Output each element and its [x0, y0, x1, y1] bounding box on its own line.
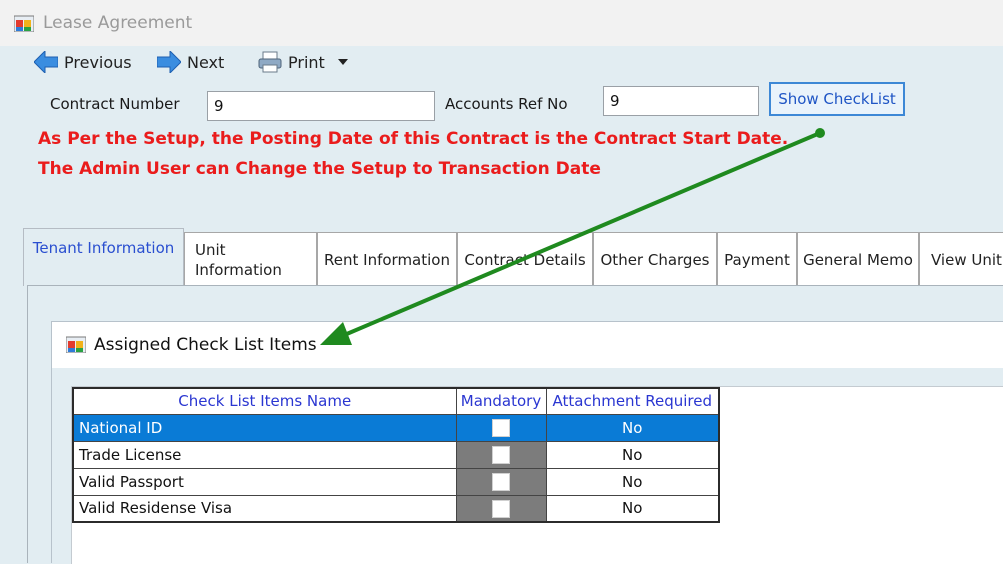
- mandatory-cell[interactable]: [455, 467, 547, 496]
- tab-strip: Tenant Information Unit Information Rent…: [23, 228, 1003, 286]
- checklist-item-name[interactable]: National ID: [72, 413, 457, 442]
- mandatory-cell[interactable]: [455, 440, 547, 469]
- tab-label: Payment: [724, 250, 790, 269]
- dialog-title-bar: Assigned Check List Items: [52, 322, 1003, 368]
- posting-date-message: As Per the Setup, the Posting Date of th…: [38, 129, 789, 149]
- attachment-required-cell[interactable]: No: [545, 494, 720, 523]
- checklist-item-name[interactable]: Valid Residense Visa: [72, 494, 457, 523]
- accounts-ref-field[interactable]: [603, 86, 759, 116]
- next-button[interactable]: Next: [157, 49, 224, 75]
- tab-label: View Unit: [931, 250, 1002, 269]
- tab-label: Unit Information: [195, 240, 282, 279]
- attachment-required-cell[interactable]: No: [545, 440, 720, 469]
- print-label: Print: [288, 52, 325, 72]
- tab-label: Other Charges: [600, 250, 710, 269]
- tab-view-unit[interactable]: View Unit: [919, 232, 1003, 286]
- checklist-item-name[interactable]: Trade License: [72, 440, 457, 469]
- mandatory-checkbox[interactable]: [492, 445, 510, 464]
- arrow-left-icon: [34, 51, 58, 73]
- tab-label: Rent Information: [324, 250, 450, 269]
- contract-number-label: Contract Number: [50, 95, 180, 113]
- tab-label: Contract Details: [464, 250, 586, 269]
- window-title: Lease Agreement: [43, 13, 193, 33]
- admin-setup-message: The Admin User can Change the Setup to T…: [38, 159, 601, 179]
- column-header-name[interactable]: Check List Items Name: [72, 387, 457, 415]
- checklist-item-name[interactable]: Valid Passport: [72, 467, 457, 496]
- dialog-title: Assigned Check List Items: [94, 335, 317, 355]
- column-header-mandatory[interactable]: Mandatory: [455, 387, 547, 415]
- print-button[interactable]: Print: [258, 49, 355, 75]
- assigned-checklist-dialog: Assigned Check List Items Check List Ite…: [51, 321, 1003, 564]
- tab-label: Tenant Information: [32, 239, 175, 257]
- mandatory-checkbox[interactable]: [492, 418, 510, 437]
- dialog-app-icon: [66, 336, 86, 353]
- contract-number-field[interactable]: [207, 91, 435, 121]
- mandatory-checkbox[interactable]: [492, 472, 510, 491]
- table-row[interactable]: Trade License No: [72, 440, 720, 469]
- table-row[interactable]: Valid Passport No: [72, 467, 720, 496]
- checklist-grid-area: Check List Items Name Mandatory Attachme…: [71, 386, 1003, 564]
- previous-button[interactable]: Previous: [34, 49, 132, 75]
- mandatory-cell[interactable]: [455, 413, 547, 442]
- mandatory-cell[interactable]: [455, 494, 547, 523]
- grid-header-row: Check List Items Name Mandatory Attachme…: [72, 387, 720, 415]
- tab-payment[interactable]: Payment: [717, 232, 797, 286]
- previous-label: Previous: [64, 52, 132, 72]
- tab-general-memo[interactable]: General Memo: [797, 232, 919, 286]
- tab-contract-details[interactable]: Contract Details: [457, 232, 593, 286]
- accounts-ref-label: Accounts Ref No: [445, 95, 568, 113]
- tab-tenant-information[interactable]: Tenant Information: [23, 228, 184, 286]
- window-app-icon: [14, 15, 34, 32]
- attachment-required-cell[interactable]: No: [545, 467, 720, 496]
- checklist-grid: Check List Items Name Mandatory Attachme…: [72, 387, 720, 523]
- title-bar: Lease Agreement: [0, 0, 1003, 46]
- chevron-down-icon[interactable]: [337, 58, 349, 66]
- table-row[interactable]: National ID No: [72, 413, 720, 442]
- next-label: Next: [187, 52, 225, 72]
- printer-icon: [258, 51, 282, 73]
- arrow-right-icon: [157, 51, 181, 73]
- table-row[interactable]: Valid Residense Visa No: [72, 494, 720, 523]
- column-header-attachment[interactable]: Attachment Required: [545, 387, 720, 415]
- show-checklist-button[interactable]: Show CheckList: [769, 82, 905, 116]
- tab-label: General Memo: [803, 250, 913, 269]
- attachment-required-cell[interactable]: No: [545, 413, 720, 442]
- tab-other-charges[interactable]: Other Charges: [593, 232, 717, 286]
- mandatory-checkbox[interactable]: [492, 499, 510, 518]
- tab-unit-information[interactable]: Unit Information: [184, 232, 317, 286]
- tab-rent-information[interactable]: Rent Information: [317, 232, 457, 286]
